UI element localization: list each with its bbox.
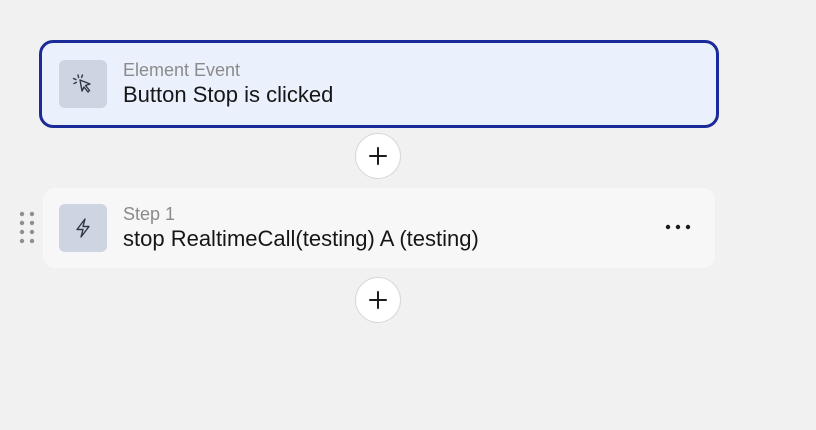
step-texts: Step 1 stop RealtimeCall(testing) A (tes… [123, 203, 479, 253]
drag-handle-icon[interactable] [18, 210, 36, 246]
step-card[interactable]: Step 1 stop RealtimeCall(testing) A (tes… [43, 188, 715, 268]
workflow-canvas: Element Event Button Stop is clicked Ste… [0, 0, 816, 430]
step-label: Step 1 [123, 204, 176, 224]
add-step-button[interactable] [355, 133, 401, 179]
plus-icon [369, 147, 387, 165]
trigger-title: Button Stop is clicked [123, 82, 334, 107]
trigger-type-label: Element Event [123, 60, 241, 80]
plus-icon [369, 291, 387, 309]
more-horizontal-icon [665, 224, 691, 230]
add-step-button[interactable] [355, 277, 401, 323]
more-options-button[interactable] [663, 214, 693, 240]
cursor-click-icon [59, 60, 107, 108]
trigger-card[interactable]: Element Event Button Stop is clicked [39, 40, 719, 128]
trigger-texts: Element Event Button Stop is clicked [123, 59, 333, 109]
lightning-bolt-icon [59, 204, 107, 252]
step-title: stop RealtimeCall(testing) A (testing) [123, 226, 479, 251]
